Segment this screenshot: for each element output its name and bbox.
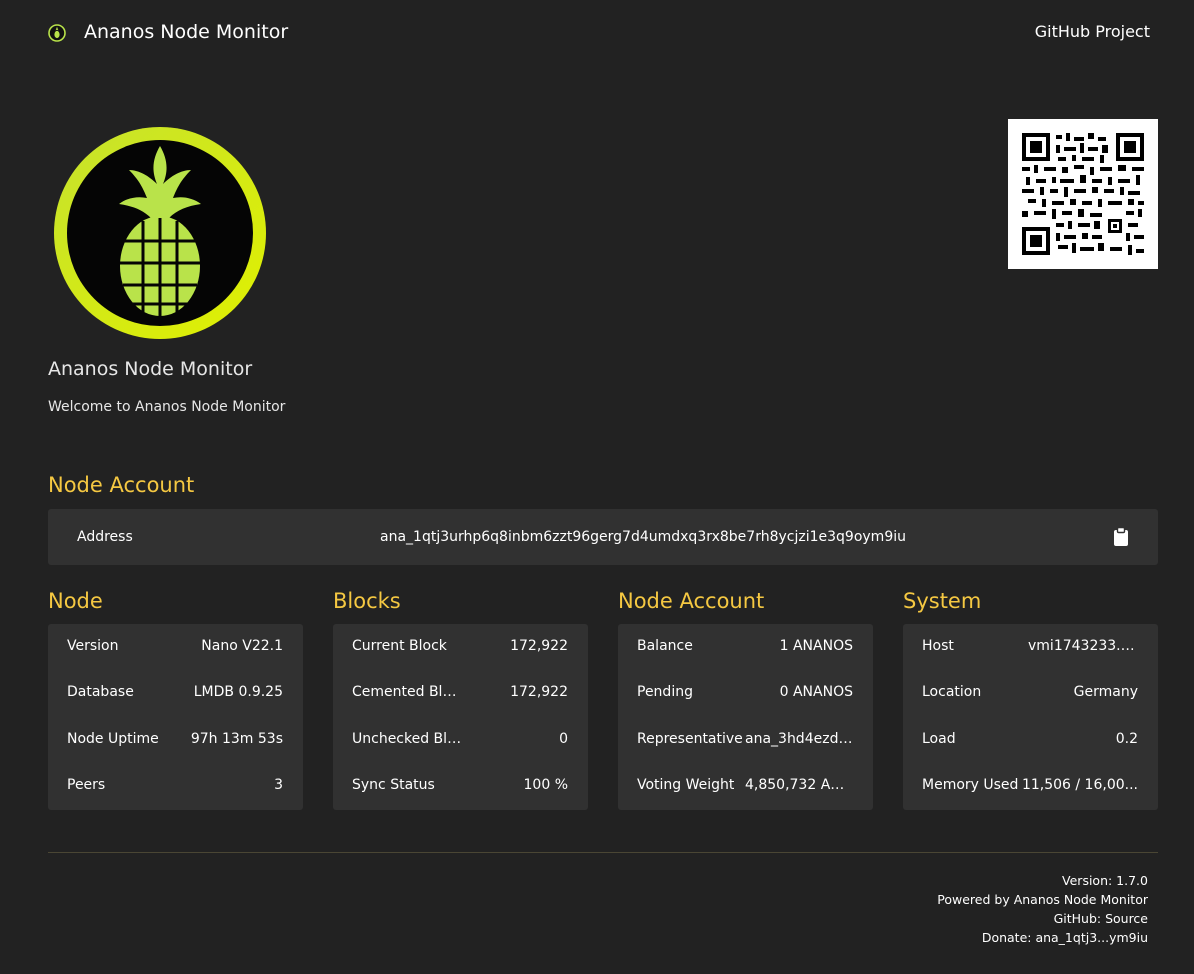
blocks-card: Current Block 172,922 Cemented Blo... 172,… <box>333 624 588 810</box>
row-key: Database <box>67 684 134 700</box>
row-value: 0 <box>559 731 568 747</box>
node-row-database: Database LMDB 0.9.25 <box>48 670 303 716</box>
row-key: Memory Used <box>922 777 1019 793</box>
node-row-uptime: Node Uptime 97h 13m 53s <box>48 717 303 763</box>
node-card: Version Nano V22.1 Database LMDB 0.9.25 No… <box>48 624 303 810</box>
row-key: Host <box>922 638 954 654</box>
row-value: 1 ANANOS <box>779 638 853 654</box>
app-title[interactable]: Ananos Node Monitor <box>84 20 288 44</box>
node-heading: Node <box>48 589 103 613</box>
row-value[interactable]: ana_3hd4ezdg... <box>745 729 853 749</box>
row-value: 0.2 <box>1115 731 1138 747</box>
system-row-location: Location Germany <box>903 670 1158 716</box>
node-account-card: Balance 1 ANANOS Pending 0 ANANOS Represen… <box>618 624 873 810</box>
footer: Version: 1.7.0 Powered by Ananos Node Mo… <box>937 871 1148 947</box>
system-heading: System <box>903 589 982 613</box>
blocks-row-current: Current Block 172,922 <box>333 624 588 670</box>
blocks-row-sync: Sync Status 100 % <box>333 763 588 809</box>
row-key: Location <box>922 684 982 700</box>
footer-divider <box>48 852 1158 853</box>
row-key: Sync Status <box>352 777 435 793</box>
row-value: 100 % <box>523 777 568 793</box>
pineapple-logo <box>54 127 266 339</box>
row-key: Current Block <box>352 638 447 654</box>
footer-powered-by[interactable]: Powered by Ananos Node Monitor <box>937 890 1148 909</box>
blocks-row-unchecked: Unchecked Blo... 0 <box>333 717 588 763</box>
donation-qr-code <box>1008 119 1158 269</box>
node-row-peers: Peers 3 <box>48 763 303 809</box>
footer-version: Version: 1.7.0 <box>1062 873 1148 888</box>
hero-title: Ananos Node Monitor <box>48 358 253 380</box>
account-row-balance: Balance 1 ANANOS <box>618 624 873 670</box>
qr-code-pattern <box>1022 133 1144 255</box>
row-key: Voting Weight <box>637 777 735 793</box>
clipboard-icon[interactable] <box>1113 527 1129 547</box>
row-key: Representative <box>637 731 743 747</box>
system-row-memory: Memory Used 11,506 / 16,00... <box>903 763 1158 809</box>
row-key: Version <box>67 638 119 654</box>
row-value: Nano V22.1 <box>201 638 283 654</box>
github-project-link[interactable]: GitHub Project <box>1035 21 1150 43</box>
row-value: 172,922 <box>510 638 568 654</box>
pineapple-brand-icon[interactable] <box>48 24 66 42</box>
row-value: 172,922 <box>510 684 568 700</box>
address-value[interactable]: ana_1qtj3urhp6q8inbm6zzt96gerg7d4umdxq3r… <box>380 527 906 547</box>
row-value: vmi1743233.c... <box>1028 638 1138 654</box>
system-card: Host vmi1743233.c... Location Germany Load… <box>903 624 1158 810</box>
row-key: Peers <box>67 777 106 793</box>
footer-github-source[interactable]: GitHub: Source <box>937 909 1148 928</box>
row-key: Pending <box>637 684 693 700</box>
row-value: LMDB 0.9.25 <box>193 684 283 700</box>
row-key: Node Uptime <box>67 731 159 747</box>
row-key: Load <box>922 731 956 747</box>
account-row-representative: Representative ana_3hd4ezdg... <box>618 717 873 763</box>
row-key: Cemented Blo... <box>352 684 462 700</box>
top-nav: Ananos Node Monitor GitHub Project <box>0 0 1194 66</box>
node-account-card-heading: Node Account <box>618 589 765 613</box>
row-key: Balance <box>637 638 693 654</box>
blocks-row-cemented: Cemented Blo... 172,922 <box>333 670 588 716</box>
row-value: 3 <box>274 777 283 793</box>
row-value: 97h 13m 53s <box>190 731 283 747</box>
blocks-heading: Blocks <box>333 589 401 613</box>
footer-donate[interactable]: Donate: ana_1qtj3...ym9iu <box>937 928 1148 947</box>
account-row-voting-weight: Voting Weight 4,850,732 AN... <box>618 763 873 809</box>
node-row-version: Version Nano V22.1 <box>48 624 303 670</box>
hero-subtitle: Welcome to Ananos Node Monitor <box>48 399 286 415</box>
address-label: Address <box>77 529 133 545</box>
row-value: 0 ANANOS <box>779 684 853 700</box>
account-row-pending: Pending 0 ANANOS <box>618 670 873 716</box>
system-row-load: Load 0.2 <box>903 717 1158 763</box>
system-row-host: Host vmi1743233.c... <box>903 624 1158 670</box>
row-value: Germany <box>1073 684 1138 700</box>
node-account-heading: Node Account <box>48 473 195 497</box>
row-value: 11,506 / 16,00... <box>1021 777 1138 793</box>
row-value: 4,850,732 AN... <box>745 777 853 793</box>
address-card: Address ana_1qtj3urhp6q8inbm6zzt96gerg7d… <box>48 509 1158 565</box>
row-key: Unchecked Blo... <box>352 731 462 747</box>
